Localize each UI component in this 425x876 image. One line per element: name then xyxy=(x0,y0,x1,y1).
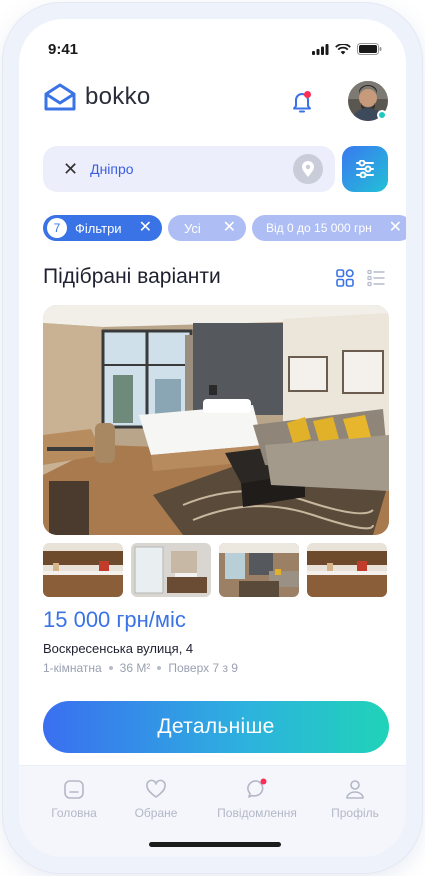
chip-label: Фільтри xyxy=(75,220,122,236)
search-value[interactable]: Дніпро xyxy=(90,161,133,177)
details-button[interactable]: Детальніше xyxy=(43,701,389,753)
separator-dot xyxy=(157,666,162,670)
chat-bubble-icon xyxy=(247,778,267,798)
logo-text: bokko xyxy=(85,83,151,110)
app-logo[interactable]: bokko xyxy=(43,82,151,112)
status-time: 9:41 xyxy=(48,41,79,58)
bathroom-photo xyxy=(131,543,211,597)
battery-icon xyxy=(357,43,382,55)
phone-frame: 9:41 bokko ✕ Дніпро 7 Фільтри ✕ Усі ✕ Ві… xyxy=(3,3,422,873)
chip-all[interactable]: Усі ✕ xyxy=(168,215,246,241)
notifications-button[interactable] xyxy=(290,89,314,115)
listing-rooms: 1-кімнатна xyxy=(43,661,102,675)
living-room-photo xyxy=(219,543,299,597)
listing-area: 36 М² xyxy=(119,661,151,675)
home-icon xyxy=(64,780,84,799)
user-icon xyxy=(346,780,364,799)
home-indicator xyxy=(149,842,281,847)
online-status-dot xyxy=(377,110,387,120)
thumbnail-photo[interactable] xyxy=(43,543,123,597)
chip-label: Усі xyxy=(184,220,201,236)
separator-dot xyxy=(108,666,113,670)
tab-label: Профіль xyxy=(331,806,379,820)
filter-settings-button[interactable] xyxy=(342,146,388,192)
grid-view-icon[interactable] xyxy=(336,269,354,287)
kitchen-photo xyxy=(43,543,123,597)
wifi-icon xyxy=(335,43,351,54)
location-pin-icon xyxy=(302,160,314,177)
listing-floor: Поверх 7 з 9 xyxy=(168,661,238,675)
chip-price-range[interactable]: Від 0 до 15 000 грн ✕ xyxy=(252,215,406,241)
tab-messages[interactable]: Повідомлення xyxy=(209,778,305,820)
thumbnail-photo[interactable] xyxy=(131,543,211,597)
signal-icon xyxy=(312,43,329,55)
filter-count-badge: 7 xyxy=(47,218,67,238)
remove-chip-icon[interactable]: ✕ xyxy=(223,220,236,236)
tab-profile[interactable]: Профіль xyxy=(323,778,387,820)
tab-label: Обране xyxy=(134,806,178,820)
bell-icon xyxy=(293,91,311,113)
remove-chip-icon[interactable]: ✕ xyxy=(389,220,402,236)
list-view-icon[interactable] xyxy=(367,269,385,287)
heart-icon xyxy=(146,779,166,798)
status-icons xyxy=(312,43,382,55)
listing-main-photo[interactable] xyxy=(43,305,389,535)
bedroom-photo xyxy=(43,305,389,535)
logo-house-icon xyxy=(44,83,76,111)
thumbnail-photo[interactable] xyxy=(307,543,387,597)
listing-price: 15 000 грн/міс xyxy=(43,607,186,632)
app-screen: 9:41 bokko ✕ Дніпро 7 Фільтри ✕ Усі ✕ Ві… xyxy=(19,19,406,857)
section-title: Підібрані варіанти xyxy=(43,265,221,288)
tab-label: Головна xyxy=(51,806,97,820)
thumbnail-photo[interactable] xyxy=(219,543,299,597)
chip-label: Від 0 до 15 000 грн xyxy=(266,221,372,235)
listing-meta: 1-кімнатна 36 М² Поверх 7 з 9 xyxy=(43,661,238,675)
chip-filters[interactable]: 7 Фільтри ✕ xyxy=(43,215,162,241)
tab-favorites[interactable]: Обране xyxy=(123,778,189,820)
kitchen-photo xyxy=(307,543,387,597)
remove-chip-icon[interactable]: ✕ xyxy=(139,220,152,236)
photo-thumbnails xyxy=(43,543,389,597)
search-field[interactable]: ✕ Дніпро xyxy=(43,146,335,192)
listing-address: Воскресенська вулиця, 4 xyxy=(43,641,194,656)
tab-label: Повідомлення xyxy=(217,806,297,820)
location-button[interactable] xyxy=(293,154,323,184)
sliders-icon xyxy=(356,160,374,178)
clear-search-icon[interactable]: ✕ xyxy=(63,160,78,178)
tab-home[interactable]: Головна xyxy=(41,778,107,820)
